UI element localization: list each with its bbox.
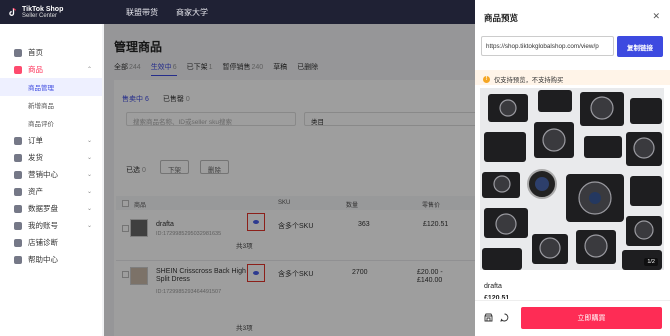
sidebar-item-diagnosis[interactable]: 店铺诊断: [0, 234, 102, 251]
sidebar-item-label: 我的账号: [28, 221, 58, 230]
preview-notice: ! 仅支持预览，不支持购买: [475, 70, 670, 85]
sidebar-item-orders[interactable]: 订单 ⌄: [0, 132, 102, 149]
sidebar-item-products[interactable]: 商品 ⌃: [0, 61, 102, 78]
sidebar-item-shipping[interactable]: 发货 ⌄: [0, 149, 102, 166]
sidebar-item-home[interactable]: 首页: [0, 44, 102, 61]
sidebar: 首页 商品 ⌃ 商品管理 新增商品 商品评价 订单 ⌄ 发货 ⌄ 营销中心 ⌄ 资产 ⌄ …: [0, 24, 102, 336]
warning-icon: !: [483, 76, 490, 83]
chevron-up-icon: ⌃: [86, 67, 92, 73]
close-icon[interactable]: ✕: [652, 11, 660, 22]
product-icon: [14, 65, 22, 74]
sidebar-item-label: 帮助中心: [28, 255, 58, 264]
diagnosis-icon: [14, 238, 22, 247]
marketing-icon: [14, 170, 22, 179]
store-icon[interactable]: [484, 313, 493, 322]
tiktok-shop-logo[interactable]: TikTok Shop Seller Center: [0, 6, 112, 19]
sidebar-item-label: 首页: [28, 48, 43, 57]
copy-link-button[interactable]: 复制链接: [617, 36, 663, 57]
help-icon: [14, 255, 22, 264]
sidebar-sub-add-product[interactable]: 新增商品: [0, 96, 102, 114]
sidebar-item-label: 发货: [28, 153, 43, 162]
nav-academy[interactable]: 商家大学: [176, 7, 208, 18]
sidebar-item-account[interactable]: 我的账号 ⌄: [0, 217, 102, 234]
chevron-down-icon: ⌄: [86, 223, 92, 229]
cameras-photo: [480, 88, 664, 270]
chevron-down-icon: ⌄: [86, 155, 92, 161]
product-url-field[interactable]: https://shop.tiktokglobalshop.com/view/p: [481, 36, 614, 56]
home-icon: [14, 48, 22, 57]
logo-title: TikTok Shop: [22, 5, 64, 13]
data-icon: [14, 204, 22, 213]
drawer-title: 商品预览: [484, 13, 519, 23]
sidebar-sub-reviews[interactable]: 商品评价: [0, 114, 102, 132]
sidebar-item-label: 店铺诊断: [28, 238, 58, 247]
preview-product-name: drafta: [484, 283, 502, 290]
modal-overlay[interactable]: [104, 24, 475, 336]
sidebar-item-assets[interactable]: 资产 ⌄: [0, 183, 102, 200]
nav-affiliate[interactable]: 联盟带货: [126, 7, 158, 18]
sidebar-item-help[interactable]: 帮助中心: [0, 251, 102, 268]
sidebar-item-data[interactable]: 数据罗盘 ⌄: [0, 200, 102, 217]
notice-text: 仅支持预览，不支持购买: [494, 77, 564, 84]
image-page-indicator: 1/2: [644, 258, 658, 266]
account-icon: [14, 221, 22, 230]
preview-product-price: £120.51: [484, 295, 510, 299]
sidebar-item-label: 订单: [28, 136, 43, 145]
sidebar-sub-manage-products[interactable]: 商品管理: [0, 78, 102, 96]
logo-subtitle: Seller Center: [22, 12, 58, 19]
shipping-icon: [14, 153, 22, 162]
sidebar-item-label: 商品: [28, 65, 43, 74]
sidebar-item-label: 资产: [28, 187, 43, 196]
chevron-down-icon: ⌄: [86, 206, 92, 212]
chevron-down-icon: ⌄: [86, 189, 92, 195]
product-image[interactable]: 1/2: [480, 88, 664, 270]
chevron-down-icon: ⌄: [86, 172, 92, 178]
drawer-footer: 立即購買: [475, 300, 670, 336]
buy-now-button[interactable]: 立即購買: [521, 307, 662, 329]
chat-icon[interactable]: [500, 313, 509, 322]
sidebar-item-label: 营销中心: [28, 170, 58, 179]
order-icon: [14, 136, 22, 145]
chevron-down-icon: ⌄: [86, 138, 92, 144]
sidebar-item-marketing[interactable]: 营销中心 ⌄: [0, 166, 102, 183]
preview-drawer: 商品预览 ✕ https://shop.tiktokglobalshop.com…: [475, 0, 670, 336]
asset-icon: [14, 187, 22, 196]
tiktok-logo-icon: [9, 7, 17, 16]
sidebar-item-label: 数据罗盘: [28, 204, 58, 213]
